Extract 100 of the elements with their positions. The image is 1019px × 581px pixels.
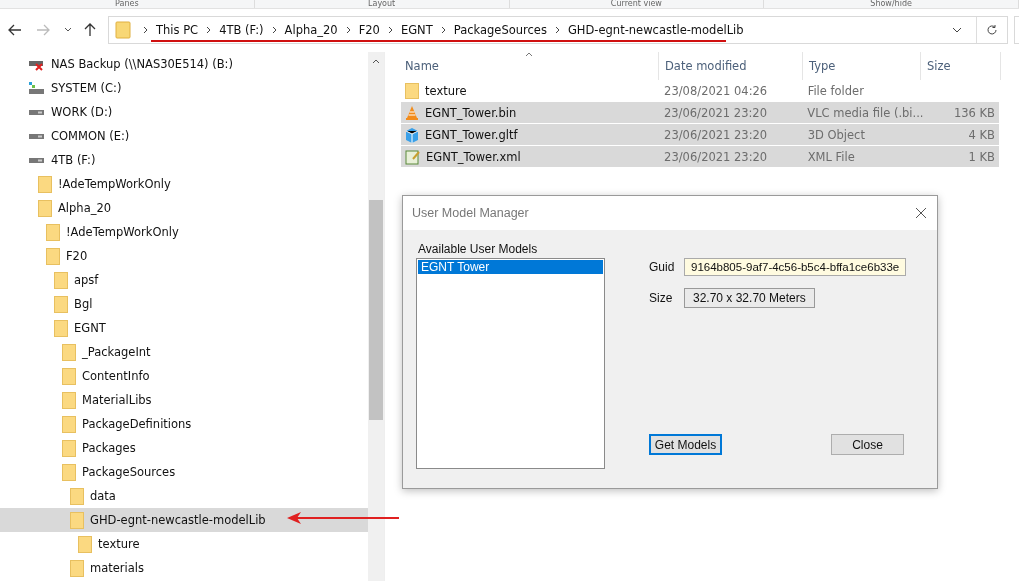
tree-item-label: WORK (D:): [51, 105, 113, 119]
breadcrumb-item[interactable]: PackageSources: [453, 23, 547, 37]
field-label: Guid: [649, 260, 676, 274]
list-item[interactable]: EGNT Tower: [418, 260, 603, 274]
system-drive-icon: [28, 81, 45, 95]
sort-ascending-icon: [525, 52, 533, 57]
tree-item[interactable]: MaterialLibs: [0, 388, 368, 412]
file-row[interactable]: EGNT_Tower.xml 23/06/2021 23:20 XML File 1 KB: [401, 146, 999, 168]
tree-item-label: texture: [98, 537, 140, 551]
column-header[interactable]: Date modified: [659, 52, 803, 80]
folder-icon: [70, 511, 84, 529]
ribbon-group-label: Show/hide: [764, 0, 1019, 8]
tree-item[interactable]: !AdeTempWorkOnly: [0, 172, 368, 196]
tree-item[interactable]: EGNT: [0, 316, 368, 340]
tree-item[interactable]: Packages: [0, 436, 368, 460]
tree-item[interactable]: F20: [0, 244, 368, 268]
tree-item[interactable]: Alpha_20: [0, 196, 368, 220]
breadcrumb-item[interactable]: GHD-egnt-newcastle-modelLib: [567, 23, 744, 37]
tree-item[interactable]: texture: [0, 532, 368, 556]
size-cell: 4 KB: [968, 127, 995, 142]
tree-item-label: data: [90, 489, 116, 503]
tree-item[interactable]: materials: [0, 556, 368, 580]
guid-field[interactable]: 9164b805-9af7-4c56-b5c4-bffa1ce6b33e: [684, 258, 907, 276]
tree-item[interactable]: ContentInfo: [0, 364, 368, 388]
notepad-icon: [405, 148, 420, 165]
tree-item-label: _PackageInt: [82, 345, 151, 359]
drive-icon: [29, 157, 44, 163]
model-list[interactable]: EGNT Tower: [416, 258, 605, 469]
tree-item[interactable]: PackageDefinitions: [0, 412, 368, 436]
field-label: Size: [649, 291, 674, 305]
ribbon-group-label: Panes: [0, 0, 255, 8]
folder-icon: [62, 463, 76, 481]
tree-item[interactable]: !AdeTempWorkOnly: [0, 220, 368, 244]
chevron-right-icon: [345, 26, 351, 34]
tree-item[interactable]: PackageSources: [0, 460, 368, 484]
scrollbar[interactable]: [368, 52, 384, 581]
tree-item-label: materials: [90, 561, 144, 575]
close-icon[interactable]: [915, 207, 927, 219]
folder-icon: [115, 21, 131, 39]
tree-item[interactable]: WORK (D:): [0, 100, 368, 124]
chevron-right-icon: [271, 26, 277, 34]
folder-icon: [54, 271, 68, 289]
chevron-down-icon[interactable]: [64, 27, 72, 33]
dialog-button[interactable]: Get Models: [649, 434, 722, 455]
tree-item-label: PackageDefinitions: [82, 417, 192, 431]
tree-item-label: Packages: [82, 441, 136, 455]
folder-icon: [46, 247, 60, 265]
ribbon-group-label: Current view: [509, 0, 765, 8]
breadcrumb-item[interactable]: 4TB (F:): [219, 23, 264, 37]
tree-item[interactable]: _PackageInt: [0, 340, 368, 364]
drive-icon: [29, 133, 44, 139]
tree-item[interactable]: NAS Backup (\\NAS30E514) (B:): [0, 52, 368, 76]
chevron-down-icon[interactable]: [952, 27, 962, 33]
type-cell-text: XML File: [806, 149, 856, 164]
column-header[interactable]: Name: [401, 52, 659, 80]
folder-icon: [54, 319, 68, 337]
type-cell-text: 3D Object: [806, 127, 866, 142]
search-field[interactable]: [1014, 16, 1019, 44]
type-cell-text: File folder: [806, 83, 865, 98]
list-label: Available User Models: [418, 242, 539, 256]
tree-item[interactable]: Bgl: [0, 292, 368, 316]
traffic-cone-icon: [405, 104, 419, 121]
tree-item-label: 4TB (F:): [51, 153, 96, 167]
tree-item-label: EGNT: [74, 321, 106, 335]
tree-item-label: NAS Backup (\\NAS30E514) (B:): [51, 57, 233, 71]
breadcrumb-item[interactable]: Alpha_20: [284, 23, 338, 37]
file-row[interactable]: EGNT_Tower.gltf 23/06/2021 23:20 3D Object 4 KB: [401, 124, 999, 146]
tree-item-label: !AdeTempWorkOnly: [58, 177, 171, 191]
tree-item[interactable]: 4TB (F:): [0, 148, 368, 172]
tree-item[interactable]: SYSTEM (C:): [0, 76, 368, 100]
folder-icon: [70, 487, 84, 505]
file-name: EGNT_Tower.bin: [425, 105, 517, 120]
back-icon[interactable]: [8, 24, 22, 36]
scrollbar-thumb[interactable]: [369, 200, 383, 420]
file-name: EGNT_Tower.xml: [426, 149, 521, 164]
chevron-right-icon: [554, 26, 560, 34]
tree-item-label: SYSTEM (C:): [51, 81, 122, 95]
folder-icon: [62, 343, 76, 361]
breadcrumb-item[interactable]: F20: [358, 23, 380, 37]
address-bar[interactable]: This PC 4TB (F:) Alpha_20 F20 EGNT PackageSources GHD-egnt-newcastle-modelLib: [108, 16, 1008, 44]
tree-item[interactable]: COMMON (E:): [0, 124, 368, 148]
tree-item[interactable]: GHD-egnt-newcastle-modelLib: [0, 508, 368, 532]
tree-item[interactable]: data: [0, 484, 368, 508]
up-icon[interactable]: [84, 23, 96, 37]
file-name: texture: [425, 83, 467, 98]
chevron-up-icon[interactable]: [372, 58, 380, 64]
column-header[interactable]: Type: [803, 52, 921, 80]
tree-item-label: ContentInfo: [82, 369, 150, 383]
chevron-right-icon: [143, 26, 148, 34]
drive-icon: [29, 109, 44, 115]
tree-item[interactable]: apsf: [0, 268, 368, 292]
file-row[interactable]: EGNT_Tower.bin 23/06/2021 23:20 VLC media file (.bi... 136 KB: [401, 102, 999, 124]
folder-icon: [78, 535, 92, 553]
dialog-button[interactable]: Close: [831, 434, 904, 455]
dialog-title: User Model Manager: [412, 206, 529, 220]
column-header[interactable]: Size: [921, 52, 1001, 80]
breadcrumb-item[interactable]: EGNT: [400, 23, 433, 37]
tree-item-label: Bgl: [74, 297, 93, 311]
date-cell-text: 23/08/2021 04:26: [663, 83, 769, 98]
breadcrumb-item[interactable]: This PC: [156, 23, 199, 37]
